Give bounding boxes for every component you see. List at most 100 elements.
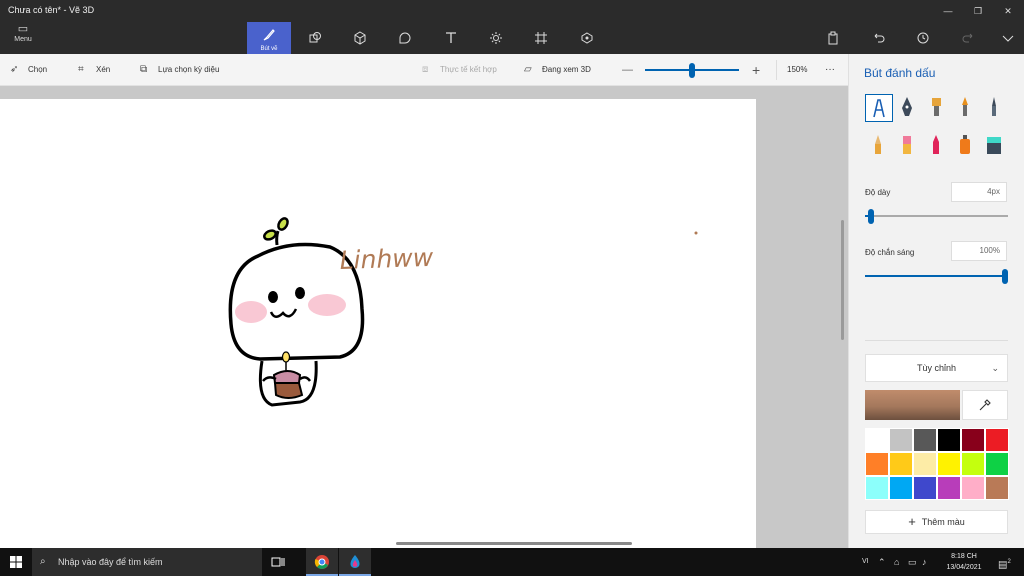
eyedropper-button[interactable]: [962, 390, 1008, 420]
minimize-icon[interactable]: —: [934, 3, 962, 19]
more-options-button[interactable]: ···: [825, 54, 835, 86]
3d-library-tool-button[interactable]: [565, 22, 609, 54]
effects-tool-button[interactable]: [474, 22, 518, 54]
vertical-scrollbar[interactable]: [841, 220, 844, 340]
zoom-out-button[interactable]: —: [622, 54, 633, 86]
marker-icon: [873, 99, 885, 118]
right-cheek: [308, 294, 346, 316]
color-swatch[interactable]: [913, 428, 937, 452]
select-button[interactable]: ➶ Chọn: [10, 54, 47, 86]
texture-dropdown[interactable]: Tùy chỉnh ⌄: [865, 354, 1008, 382]
left-eye: [268, 291, 278, 303]
thickness-slider-track[interactable]: [865, 215, 1008, 217]
drawing-canvas[interactable]: Linhww: [0, 99, 756, 548]
battery-icon[interactable]: ▭: [908, 548, 917, 576]
color-swatch[interactable]: [985, 476, 1009, 500]
expand-button[interactable]: [990, 22, 1024, 54]
opacity-slider-track[interactable]: [865, 275, 1008, 277]
current-color-swatch[interactable]: [865, 390, 960, 420]
color-swatch[interactable]: [985, 452, 1009, 476]
3d-shapes-tool-button[interactable]: [338, 22, 382, 54]
magic-select-icon: ⧉: [140, 64, 148, 75]
notifications-icon[interactable]: ▤2: [998, 548, 1011, 576]
opacity-input[interactable]: 100%: [951, 241, 1007, 261]
zoom-in-button[interactable]: +: [752, 54, 760, 86]
stickers-tool-button[interactable]: [383, 22, 427, 54]
cake-base: [273, 382, 304, 399]
history-button[interactable]: [905, 22, 941, 54]
eyedropper-icon: [979, 399, 991, 411]
color-swatch[interactable]: [889, 476, 913, 500]
view-3d-button[interactable]: ▱ Đang xem 3D: [524, 54, 591, 86]
canvas-tool-button[interactable]: [519, 22, 563, 54]
marker-brush-button[interactable]: [865, 94, 893, 122]
color-swatch[interactable]: [865, 428, 889, 452]
chevron-up-icon[interactable]: ⌃: [878, 548, 886, 576]
crayon-icon: [933, 135, 939, 154]
watercolor-button[interactable]: [952, 94, 980, 122]
pencil-button[interactable]: [865, 132, 893, 160]
paste-icon: [828, 31, 838, 45]
menu-button[interactable]: ▭ Menu: [6, 22, 40, 52]
panel-title: Bút đánh dấu: [864, 66, 936, 80]
paint3d-taskbar-button[interactable]: [339, 548, 371, 576]
pixel-pen-button[interactable]: [981, 94, 1009, 122]
horizontal-scrollbar[interactable]: [396, 542, 632, 545]
magic-select-button[interactable]: ⧉ Lựa chọn kỳ diệu: [140, 54, 219, 86]
network-icon[interactable]: ⌂: [894, 548, 899, 576]
color-swatch[interactable]: [937, 452, 961, 476]
color-swatch[interactable]: [889, 428, 913, 452]
redo-button[interactable]: [951, 22, 987, 54]
calligraphy-pen-button[interactable]: [894, 94, 922, 122]
text-tool-button[interactable]: [429, 22, 473, 54]
color-swatch[interactable]: [937, 476, 961, 500]
color-swatch[interactable]: [865, 476, 889, 500]
system-clock[interactable]: 8:18 CH 13/04/2021: [936, 551, 992, 573]
taskbar-search-box[interactable]: ⌕ Nhập vào đây để tìm kiếm: [32, 548, 262, 576]
paste-button[interactable]: [815, 22, 851, 54]
zoom-value[interactable]: 150%: [787, 54, 807, 86]
pencil-icon: [875, 135, 881, 154]
spray-can-button[interactable]: [952, 132, 980, 160]
thickness-input[interactable]: 4px: [951, 182, 1007, 202]
2d-shapes-tool-button[interactable]: [293, 22, 337, 54]
color-swatch[interactable]: [889, 452, 913, 476]
crayon-button[interactable]: [923, 132, 951, 160]
start-button[interactable]: [0, 548, 32, 576]
chrome-icon: [314, 555, 329, 569]
menu-label: Menu: [14, 36, 32, 43]
chrome-taskbar-button[interactable]: [306, 548, 338, 576]
color-swatch[interactable]: [961, 452, 985, 476]
undo-button[interactable]: [860, 22, 896, 54]
color-swatch[interactable]: [865, 452, 889, 476]
color-swatch[interactable]: [913, 452, 937, 476]
crop-button[interactable]: ⌗ Xén: [78, 54, 110, 86]
task-view-button[interactable]: [262, 548, 294, 576]
volume-icon[interactable]: ♪: [922, 548, 927, 576]
close-icon[interactable]: ✕: [994, 3, 1022, 19]
input-language[interactable]: VI: [862, 548, 869, 576]
eraser-button[interactable]: [894, 132, 922, 160]
candle-flame: [281, 351, 291, 363]
color-swatch[interactable]: [937, 428, 961, 452]
canvas-icon: [535, 32, 547, 44]
fill-bucket-button[interactable]: [981, 132, 1009, 160]
restore-icon[interactable]: ❐: [964, 3, 992, 19]
zoom-slider-thumb[interactable]: [689, 63, 695, 78]
color-swatch[interactable]: [961, 428, 985, 452]
sprout-leaf-left: [263, 229, 277, 241]
color-swatch[interactable]: [985, 428, 1009, 452]
magic-select-label: Lựa chọn kỳ diệu: [158, 65, 220, 74]
color-swatch[interactable]: [913, 476, 937, 500]
notification-count: 2: [1007, 559, 1011, 565]
oil-brush-button[interactable]: [923, 94, 951, 122]
color-swatch[interactable]: [961, 476, 985, 500]
brushes-tool-button[interactable]: Bút vẽ: [247, 22, 291, 54]
thickness-slider-thumb[interactable]: [867, 209, 874, 224]
view-3d-label: Đang xem 3D: [542, 65, 591, 74]
oil-brush-icon: [932, 98, 941, 116]
paint3d-icon: [350, 555, 360, 568]
mixed-reality-button[interactable]: ⧈ Thực tế kết hợp: [422, 54, 497, 86]
opacity-slider-thumb[interactable]: [1002, 269, 1008, 284]
add-color-button[interactable]: + Thêm màu: [865, 510, 1008, 534]
